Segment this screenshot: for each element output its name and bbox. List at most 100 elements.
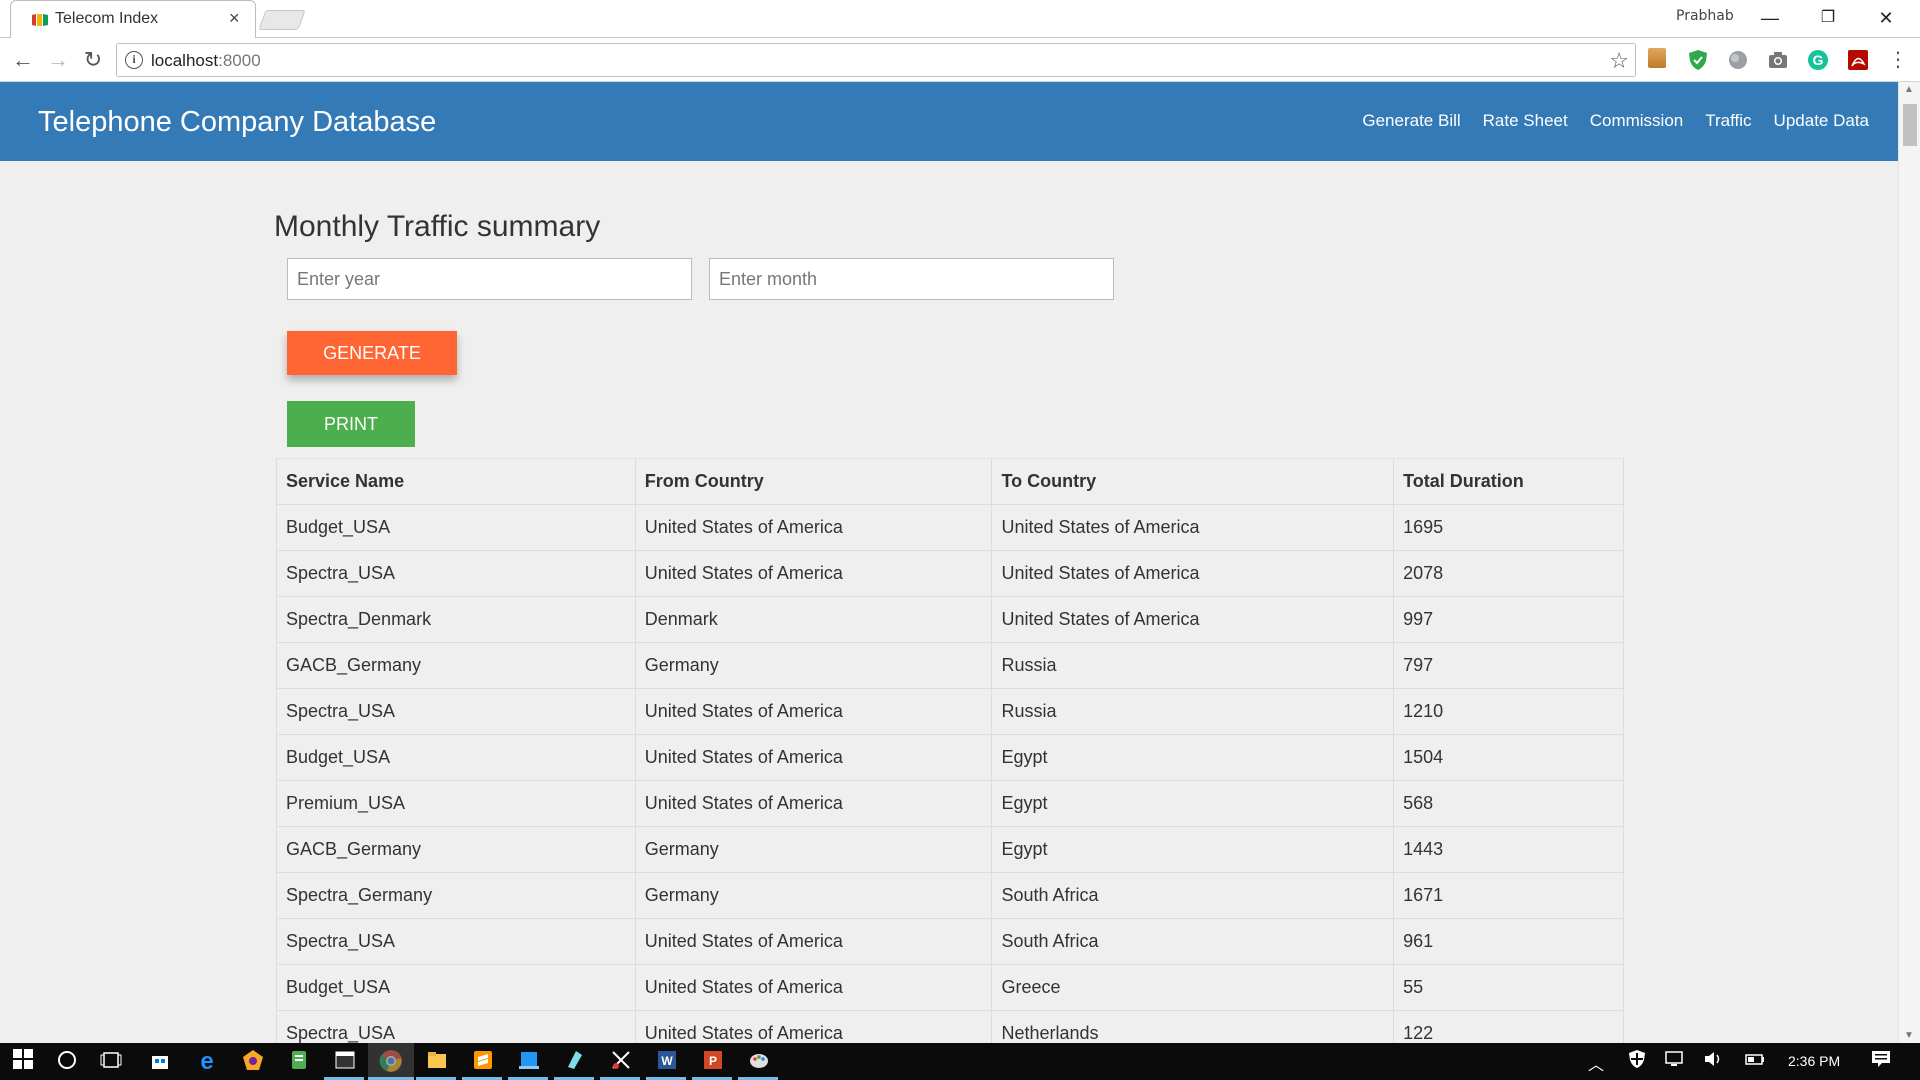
year-input[interactable] bbox=[287, 258, 692, 300]
svg-text:P: P bbox=[709, 1054, 717, 1068]
menu-kebab-icon[interactable]: ⋮ bbox=[1884, 46, 1912, 74]
extension-shield-icon[interactable] bbox=[1686, 48, 1710, 72]
scroll-down-icon[interactable]: ▼ bbox=[1904, 1030, 1914, 1041]
cell-from-country: United States of America bbox=[634, 918, 992, 965]
edge-icon[interactable]: e bbox=[194, 1049, 220, 1075]
word-icon[interactable]: W bbox=[654, 1049, 680, 1075]
page-scrollbar[interactable]: ▲ ▼ bbox=[1898, 82, 1920, 1043]
table-row: Spectra_USA United States of America South… bbox=[276, 918, 1624, 965]
page-viewport: Telephone Company Database Generate Bill… bbox=[0, 82, 1898, 1043]
table-row: Spectra_USA United States of America Nethe… bbox=[276, 1010, 1624, 1043]
table-row: Spectra_USA United States of America Unite… bbox=[276, 550, 1624, 597]
action-center-icon[interactable] bbox=[1868, 1049, 1894, 1075]
address-bar[interactable]: i localhost:8000 ☆ bbox=[116, 43, 1636, 77]
browser-tab[interactable]: Telecom Index × bbox=[10, 0, 256, 38]
cell-service-name: Spectra_USA bbox=[276, 688, 636, 735]
pdf-icon[interactable] bbox=[1846, 48, 1870, 72]
new-tab-button[interactable] bbox=[258, 10, 306, 30]
app-icon-3[interactable] bbox=[516, 1049, 542, 1075]
app-icon-1[interactable] bbox=[240, 1049, 266, 1075]
cell-total-duration: 797 bbox=[1393, 642, 1624, 689]
cell-from-country: United States of America bbox=[634, 1010, 992, 1043]
table-row: Budget_USA United States of America Greece… bbox=[276, 964, 1624, 1011]
back-icon[interactable]: ← bbox=[9, 46, 37, 74]
cell-total-duration: 961 bbox=[1393, 918, 1624, 965]
cell-to-country: Russia bbox=[991, 642, 1394, 689]
nav-link-rate-sheet[interactable]: Rate Sheet bbox=[1472, 111, 1579, 131]
taskbar: e W P ︿ 2:36 PM bbox=[0, 1043, 1920, 1080]
defender-icon[interactable] bbox=[1624, 1049, 1650, 1075]
store-icon[interactable] bbox=[147, 1049, 173, 1075]
chrome-active-highlight bbox=[368, 1043, 414, 1080]
taskbar-clock[interactable]: 2:36 PM bbox=[1788, 1053, 1840, 1069]
forward-icon[interactable]: → bbox=[44, 46, 72, 74]
generate-button[interactable]: GENERATE bbox=[287, 331, 457, 375]
tab-close-icon[interactable]: × bbox=[229, 8, 240, 29]
app-icon-4[interactable] bbox=[562, 1049, 588, 1075]
extension-cloud-icon[interactable] bbox=[1726, 48, 1750, 72]
cell-to-country: United States of America bbox=[991, 596, 1394, 643]
cortana-icon[interactable] bbox=[54, 1049, 80, 1075]
extension-flag-icon[interactable] bbox=[1648, 48, 1666, 68]
restore-icon[interactable]: ❐ bbox=[1808, 4, 1848, 32]
header-total-duration: Total Duration bbox=[1393, 458, 1624, 505]
minimize-icon[interactable]: — bbox=[1750, 4, 1790, 32]
nav-link-generate-bill[interactable]: Generate Bill bbox=[1351, 111, 1471, 131]
cell-to-country: United States of America bbox=[991, 550, 1394, 597]
windows-start-icon[interactable] bbox=[10, 1049, 36, 1075]
table-row: Spectra_Denmark Denmark United States of A… bbox=[276, 596, 1624, 643]
table-row: Spectra_USA United States of America Russi… bbox=[276, 688, 1624, 735]
cell-service-name: GACB_Germany bbox=[276, 642, 636, 689]
nav-link-update-data[interactable]: Update Data bbox=[1763, 111, 1880, 131]
cell-service-name: Spectra_Denmark bbox=[276, 596, 636, 643]
tab-title: Telecom Index bbox=[55, 10, 159, 27]
cell-service-name: Premium_USA bbox=[276, 780, 636, 827]
reload-icon[interactable]: ↻ bbox=[79, 46, 107, 74]
cell-total-duration: 568 bbox=[1393, 780, 1624, 827]
cell-total-duration: 1210 bbox=[1393, 688, 1624, 735]
browser-toolbar: ← → ↻ i localhost:8000 ☆ G ⋮ bbox=[0, 38, 1920, 82]
table-row: Budget_USA United States of America United… bbox=[276, 504, 1624, 551]
paint-icon[interactable] bbox=[746, 1049, 772, 1075]
network-icon[interactable] bbox=[1662, 1049, 1688, 1075]
sublime-icon[interactable] bbox=[470, 1049, 496, 1075]
scroll-thumb[interactable] bbox=[1903, 104, 1917, 146]
url-text: localhost:8000 bbox=[151, 51, 261, 70]
app-icon-2[interactable] bbox=[286, 1049, 312, 1075]
cell-from-country: United States of America bbox=[634, 550, 992, 597]
cell-service-name: Spectra_USA bbox=[276, 918, 636, 965]
cell-from-country: Germany bbox=[634, 642, 992, 689]
scroll-up-icon[interactable]: ▲ bbox=[1904, 84, 1914, 95]
cell-total-duration: 997 bbox=[1393, 596, 1624, 643]
info-icon[interactable]: i bbox=[125, 51, 143, 69]
terminal-icon[interactable] bbox=[332, 1049, 358, 1075]
top-navbar: Telephone Company Database Generate Bill… bbox=[0, 82, 1898, 161]
print-button[interactable]: PRINT bbox=[287, 401, 415, 447]
snipping-tool-icon[interactable] bbox=[608, 1049, 634, 1075]
nav-link-traffic[interactable]: Traffic bbox=[1694, 111, 1762, 131]
cell-to-country: United States of America bbox=[991, 504, 1394, 551]
nav-link-commission[interactable]: Commission bbox=[1579, 111, 1695, 131]
powerpoint-icon[interactable]: P bbox=[700, 1049, 726, 1075]
cell-from-country: United States of America bbox=[634, 688, 992, 735]
table-row: Premium_USA United States of America Egypt… bbox=[276, 780, 1624, 827]
month-input[interactable] bbox=[709, 258, 1114, 300]
file-explorer-icon[interactable] bbox=[424, 1049, 450, 1075]
cell-from-country: United States of America bbox=[634, 780, 992, 827]
battery-icon[interactable] bbox=[1742, 1049, 1768, 1075]
close-window-icon[interactable]: ✕ bbox=[1866, 4, 1906, 32]
show-hidden-icons-icon[interactable]: ︿ bbox=[1588, 1051, 1604, 1075]
cell-from-country: Denmark bbox=[634, 596, 992, 643]
bookmark-star-icon[interactable]: ☆ bbox=[1609, 48, 1629, 74]
traffic-table: Service Name From Country To Country Tot… bbox=[276, 458, 1624, 1043]
cell-service-name: Budget_USA bbox=[276, 964, 636, 1011]
task-view-icon[interactable] bbox=[98, 1049, 124, 1075]
volume-icon[interactable] bbox=[1700, 1049, 1726, 1075]
cell-total-duration: 55 bbox=[1393, 964, 1624, 1011]
cell-service-name: Spectra_USA bbox=[276, 1010, 636, 1043]
grammarly-icon[interactable]: G bbox=[1806, 48, 1830, 72]
profile-name[interactable]: Prabhab bbox=[1676, 8, 1734, 24]
camera-icon[interactable] bbox=[1766, 48, 1790, 72]
cell-to-country: Greece bbox=[991, 964, 1394, 1011]
brand-title[interactable]: Telephone Company Database bbox=[38, 106, 436, 139]
